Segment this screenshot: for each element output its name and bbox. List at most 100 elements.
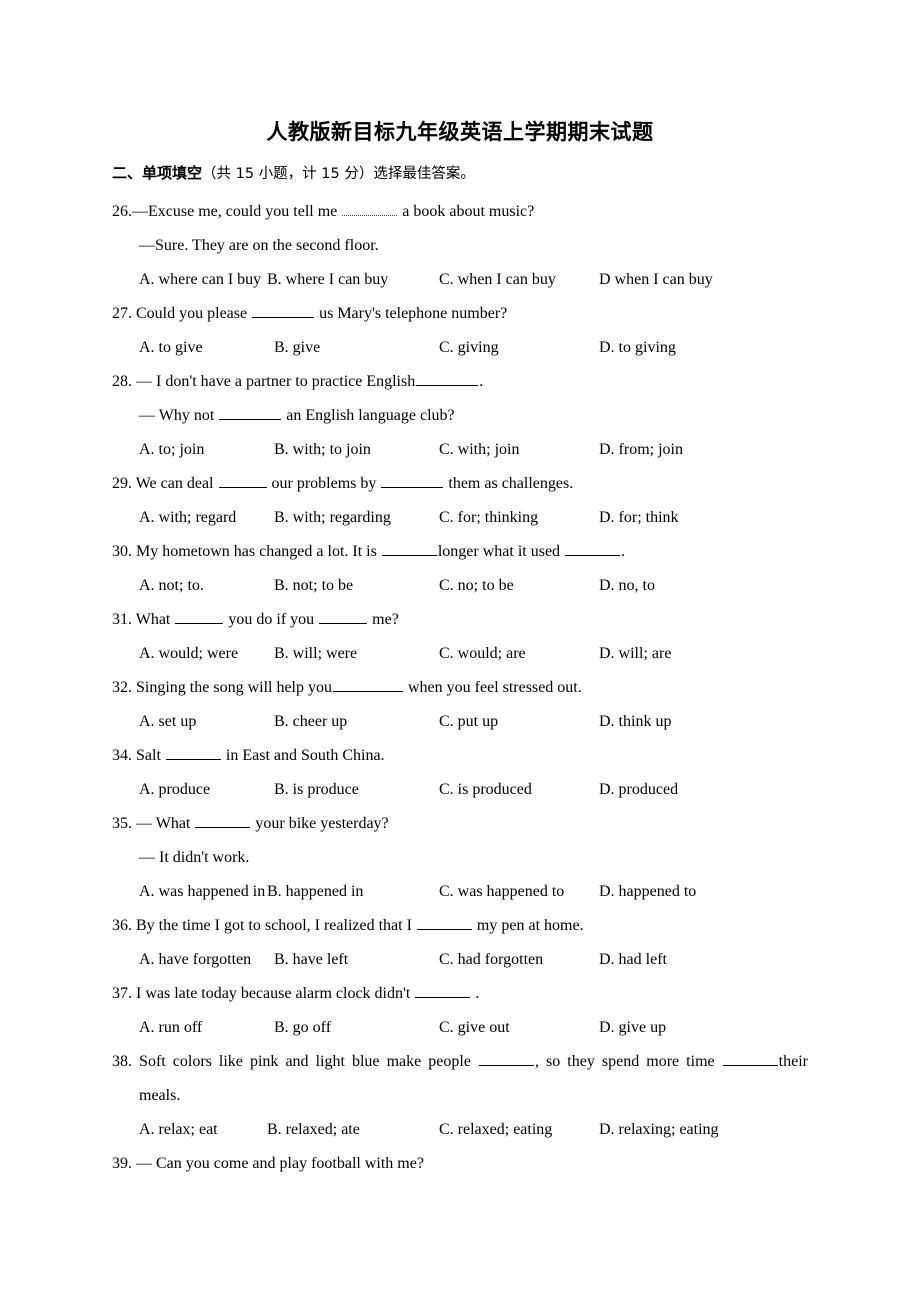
question-stem: 30. My hometown has changed a lot. It is… [112,535,808,569]
stem-text: my pen at home. [476,917,584,934]
answer-blank [722,1052,778,1066]
option-b[interactable]: B. not; to be [274,569,439,603]
option-d[interactable]: D. for; think [599,501,679,535]
stem-text: . [621,543,626,560]
question-number: 39. [112,1155,132,1172]
option-a[interactable]: A. to give [139,331,274,365]
answer-blank [478,1052,534,1066]
option-c[interactable]: C. giving [439,331,599,365]
stem-text: — Can you come and play football with me… [136,1155,424,1172]
option-b[interactable]: B. is produce [274,773,439,807]
answer-blank [333,678,403,692]
question-number: 34. [112,747,132,764]
question-stem-continuation: meals. [139,1087,181,1104]
answer-blank [416,916,472,930]
stem-text: longer what it used [437,543,561,560]
stem-text: . [479,373,484,390]
stem-text: . [475,985,480,1002]
option-d[interactable]: D. will; are [599,637,671,671]
question-stem: 36. By the time I got to school, I reali… [112,909,808,943]
option-d[interactable]: D. think up [599,705,671,739]
answer-blank [218,474,267,488]
option-d[interactable]: D. from; join [599,433,683,467]
option-row: A. produce B. is produce C. is produced D. … [112,773,808,807]
question-number: 28. [112,373,132,390]
answer-blank [381,542,437,556]
option-c[interactable]: C. had forgotten [439,943,599,977]
question-reply: —Sure. They are on the second floor. [139,237,379,254]
option-d[interactable]: D. give up [599,1011,666,1045]
page-title: 人教版新目标九年级英语上学期期末试题 [266,120,654,144]
option-c[interactable]: C. put up [439,705,599,739]
answer-blank [415,984,471,998]
option-c[interactable]: C. was happened to [439,875,599,909]
option-c[interactable]: C. for; thinking [439,501,599,535]
option-d[interactable]: D. no, to [599,569,655,603]
option-b[interactable]: B. cheer up [274,705,439,739]
option-row: A. with; regard B. with; regarding C. for;… [112,501,808,535]
option-row: A. relax; eat B. relaxed; ate C. relaxed; … [112,1113,808,1147]
option-a[interactable]: A. would; were [139,637,274,671]
question-stem: 26.—Excuse me, could you tell me a book … [112,195,808,229]
answer-blank [175,610,224,624]
answer-blank [195,814,251,828]
question-stem: 27. Could you please us Mary's telephone… [112,297,808,331]
option-b[interactable]: B. with; to join [274,433,439,467]
option-c[interactable]: C. no; to be [439,569,599,603]
section-heading: 二、单项填空（共 15 小题，计 15 分）选择最佳答案。 [112,146,808,186]
answer-blank [342,202,398,216]
option-a[interactable]: A. relax; eat [139,1113,267,1147]
question-number: 30. [112,543,132,560]
option-a[interactable]: A. to; join [139,433,274,467]
option-a[interactable]: A. produce [139,773,274,807]
option-a[interactable]: A. where can I buy [139,263,267,297]
question-stem: 39. — Can you come and play football wit… [112,1147,808,1181]
stem-text: Soft colors like pink and light blue mak… [139,1053,471,1070]
option-d[interactable]: D. happened to [599,875,696,909]
option-a[interactable]: A. have forgotten [139,943,274,977]
option-b[interactable]: B. where I can buy [267,263,439,297]
stem-text: By the time I got to school, I realized … [136,917,412,934]
option-d[interactable]: D. to giving [599,331,676,365]
option-a[interactable]: A. not; to. [139,569,274,603]
option-b[interactable]: B. go off [274,1011,439,1045]
option-b[interactable]: B. will; were [274,637,439,671]
stem-text: us Mary's telephone number? [319,305,508,322]
option-d[interactable]: D when I can buy [599,263,713,297]
option-c[interactable]: C. when I can buy [439,263,599,297]
option-d[interactable]: D. relaxing; eating [599,1113,719,1147]
option-a[interactable]: A. set up [139,705,274,739]
option-b[interactable]: B. relaxed; ate [267,1113,439,1147]
stem-text: I was late today because alarm clock did… [136,985,411,1002]
option-b[interactable]: B. give [274,331,439,365]
option-c[interactable]: C. with; join [439,433,599,467]
section-heading-bold: 二、单项填空 [112,164,203,182]
stem-text: a book about music? [402,203,535,220]
question-number: 37. [112,985,132,1002]
option-d[interactable]: D. had left [599,943,667,977]
option-row: A. set up B. cheer up C. put up D. think up [112,705,808,739]
question-number: 35. [112,815,132,832]
question-number: 29. [112,475,132,492]
option-a[interactable]: A. run off [139,1011,274,1045]
option-c[interactable]: C. would; are [439,637,599,671]
option-d[interactable]: D. produced [599,773,678,807]
option-row: A. would; were B. will; were C. would; are… [112,637,808,671]
question-reply: — Why not an English language club? [112,399,808,433]
option-a[interactable]: A. with; regard [139,501,274,535]
question-stem: 34. Salt in East and South China. [112,739,808,773]
reply-text: an English language club? [286,407,455,424]
option-a[interactable]: A. was happened in [139,875,267,909]
option-b[interactable]: B. happened in [267,875,439,909]
option-b[interactable]: B. have left [274,943,439,977]
option-c[interactable]: C. give out [439,1011,599,1045]
answer-blank [319,610,368,624]
answer-blank [165,746,221,760]
option-b[interactable]: B. with; regarding [274,501,439,535]
stem-text: , so they spend more time [534,1053,715,1070]
question-number: 36. [112,917,132,934]
option-c[interactable]: C. relaxed; eating [439,1113,599,1147]
option-row: A. run off B. go off C. give out D. give up [112,1011,808,1045]
option-c[interactable]: C. is produced [439,773,599,807]
question-stem: 35. — What your bike yesterday? [112,807,808,841]
